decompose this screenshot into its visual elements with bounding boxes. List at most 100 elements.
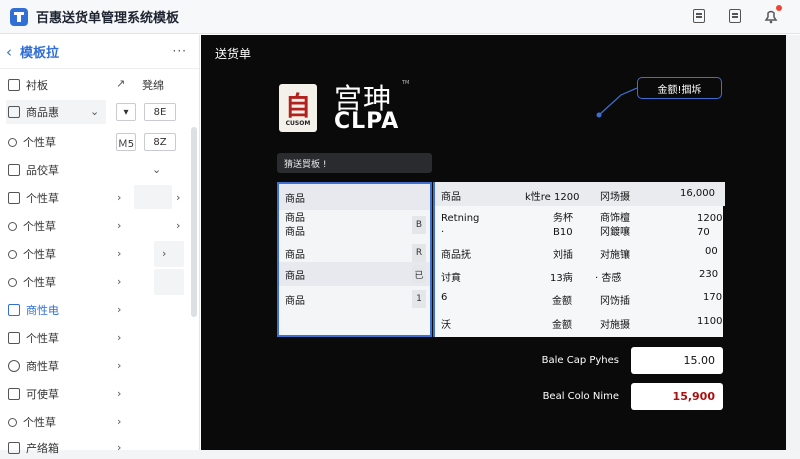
chevron-down-icon[interactable]: ⌄ [90,105,99,118]
translate-icon[interactable] [688,5,710,27]
row-side-cell: R [412,244,426,262]
app-logo-icon [10,7,28,26]
placeholder-box [154,241,184,267]
sidebar-title: 模板拉 [20,46,60,61]
chevron-right-icon[interactable]: › [176,219,180,232]
resize-arrow-icon[interactable]: ↗ [116,77,125,90]
sidebar-item-8[interactable]: 个性草 [8,327,59,349]
sidebar-header: ‹ 模板拉 ··· [0,35,199,69]
chevron-right-icon[interactable]: › [117,441,121,454]
more-icon[interactable]: ··· [173,44,187,58]
value-box[interactable]: Ｍ5 [116,133,136,151]
right-items-table[interactable]: 商品 k性re 1200 冈场摄 16,000 Retning · 务杯 B10… [433,182,725,337]
table-cell: 商饰檀 冈鍍嚷 [600,213,630,238]
sidebar-item-5[interactable]: 个性草 [8,243,56,265]
chevron-right-icon[interactable]: › [117,219,121,232]
chevron-right-icon[interactable]: › [117,331,121,344]
table-cell: 170 [703,292,723,303]
table-cell: 对施摄 [600,320,630,331]
link-icon [8,249,17,259]
sidebar-item-12[interactable]: 产络箱 [8,437,59,459]
table-cell: 刘插 [553,250,573,261]
table-cell: 沃 [441,320,451,331]
chevron-right-icon[interactable]: › [117,303,121,316]
total-label: Beal Colo Nime [542,391,619,402]
box-icon [8,164,20,176]
sidebar-item-label: 产络箱 [26,442,59,455]
image-icon [8,106,20,118]
value-box[interactable]: 8Z [144,133,176,151]
amount-callout[interactable]: 金额!掴坼 [637,77,722,99]
square-icon [8,192,20,204]
sidebar-item-4[interactable]: 个性草 [8,215,56,237]
chevron-right-icon[interactable]: › [117,275,121,288]
left-items-table[interactable]: 商品 商品 商品 B 商品 R 商品 已 商品 1 [277,182,432,337]
table-row[interactable]: 商品 商品 [279,212,430,242]
sidebar-item-label: 个性草 [23,276,56,289]
chevron-right-icon[interactable]: › [117,247,121,260]
header-cell: 商品 [441,192,461,203]
chevron-right-icon[interactable]: › [117,359,121,372]
template-name-field[interactable]: 猜送貿板 ! [277,153,432,173]
grid-icon [8,79,20,91]
chevron-right-icon[interactable]: › [176,191,180,204]
table-icon [8,332,20,344]
dropdown-box[interactable]: ▾ [116,103,136,121]
sidebar-scrollbar[interactable] [191,127,197,317]
file-icon [8,304,20,316]
sidebar-item-9[interactable]: 商性草 [8,355,59,377]
table-cell: 务杯 B10 [553,213,573,238]
row-side-cell: 已 [412,265,426,283]
link-icon [8,417,17,427]
table-cell: 讨賁 [441,273,461,284]
row-side-cell: B [412,216,426,234]
link-icon [8,137,17,147]
table-row[interactable]: 商品 [279,262,430,286]
header-cell: 16,000 [680,188,715,199]
chevron-down-icon[interactable]: ⌄ [152,163,161,176]
document-icon[interactable] [724,5,746,27]
sidebar-item-label: 个性草 [23,248,56,261]
sidebar-item-2[interactable]: 品佼草 [8,159,59,181]
sidebar-item-11[interactable]: 个性草 [8,411,56,433]
notification-dot [776,5,782,11]
table-row[interactable]: 商品 [279,292,430,307]
app-title: 百惠送货单管理系统模板 [36,11,180,26]
sidebar-item-label: 商性草 [26,360,59,373]
back-chevron-icon[interactable]: ‹ [6,43,18,61]
summary-value[interactable]: 15.00 [631,347,723,374]
total-value[interactable]: 15,900 [631,383,723,410]
placeholder-box [134,185,172,209]
sidebar-item-6[interactable]: 个性草 [8,271,56,293]
sidebar-item-label: 个性草 [26,192,59,205]
table-cell: · 杏感 [595,273,622,284]
title-bar: 百惠送货单管理系统模板 [0,0,800,34]
sidebar-item-10[interactable]: 可使草 [8,383,59,405]
bell-icon[interactable] [760,5,782,27]
tool-icon [8,221,17,231]
sidebar-item-label: 个性草 [23,136,56,149]
sidebar-item-label: 品佼草 [26,164,59,177]
table-cell: 冈饬插 [600,296,630,307]
template-canvas: 送货单 自 CUSOM 宫珅 CLPA TM 金额!掴坼 猜送貿板 ! 商品 商… [201,35,800,450]
chevron-right-icon[interactable]: › [117,387,121,400]
value-box[interactable]: 8E [144,103,176,121]
table-cell: 13病 [550,273,573,284]
sidebar-item-product[interactable]: 商品惠 [8,101,59,123]
sidebar-item-7-active[interactable]: 商性电 [8,299,59,321]
chevron-right-icon[interactable]: › [162,247,166,260]
table-row[interactable]: 商品 [279,246,430,261]
titlebar-actions [688,5,782,27]
chevron-right-icon[interactable]: › [117,191,121,204]
header-row-right: 凳绵 [142,74,164,96]
table-header: 商品 [279,184,430,210]
chevron-right-icon[interactable]: › [117,415,121,428]
sidebar-item-1[interactable]: 个性草 [8,131,56,153]
summary-label: Bale Cap Pyhes [541,355,619,366]
sidebar-item-3[interactable]: 个性草 [8,187,59,209]
sidebar-item-label: 商性电 [26,304,59,317]
table-cell: 金额 [552,296,572,307]
link-icon [8,277,17,287]
package-icon [8,442,20,454]
table-cell: 230 [699,269,719,280]
